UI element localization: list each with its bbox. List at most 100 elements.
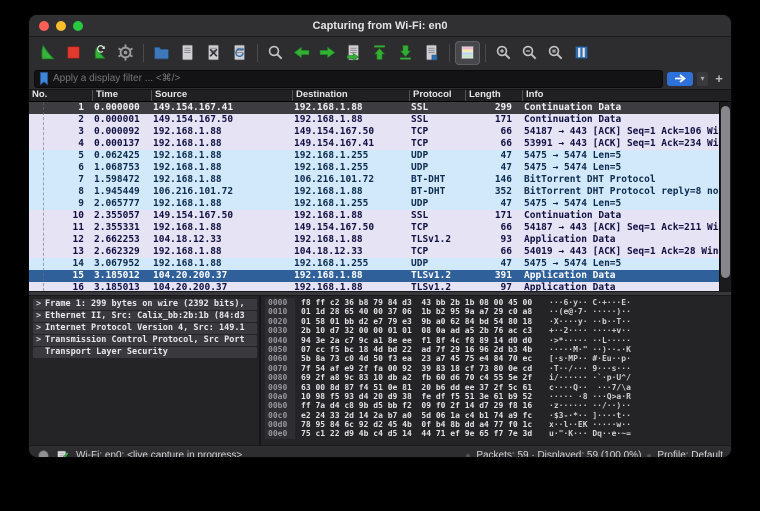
- resize-columns-button[interactable]: [569, 41, 594, 65]
- go-to-bottom-button[interactable]: [393, 41, 418, 65]
- zoom-out-button[interactable]: [517, 41, 542, 65]
- go-forward-button[interactable]: [315, 41, 340, 65]
- cell-time: 1.945449: [92, 186, 151, 198]
- column-header-time[interactable]: Time: [92, 90, 151, 101]
- hex-row-0050[interactable]: 005007 cc f5 bc 18 4d bd 22 ad 7f 29 16 …: [265, 345, 731, 354]
- hex-row-0020[interactable]: 002001 58 01 bb d2 e7 79 e3 9b a0 62 84 …: [265, 317, 731, 326]
- hex-row-00c0[interactable]: 00c0e2 24 33 2d 14 2a b7 a0 5d 06 1a c4 …: [265, 411, 731, 420]
- go-back-button[interactable]: [289, 41, 314, 65]
- display-filter-input[interactable]: [53, 73, 659, 84]
- zoom-in-button[interactable]: [491, 41, 516, 65]
- detail-line[interactable]: >Ethernet II, Src: Calix_bb:2b:1b (84:d3: [33, 311, 257, 322]
- hex-row-00e0[interactable]: 00e075 c1 22 d9 4b c4 d5 14 44 71 ef 9e …: [265, 429, 731, 438]
- cell-info: 54187 → 443 [ACK] Seq=1 Ack=106 Win=: [522, 126, 720, 138]
- packet-row-15[interactable]: 153.185012104.20.200.37192.168.1.88TLSv1…: [29, 270, 720, 282]
- expander-icon[interactable]: >: [36, 335, 45, 346]
- packet-row-8[interactable]: 81.945449106.216.101.72192.168.1.88BT-DH…: [29, 186, 720, 198]
- colorize-packets-button[interactable]: [455, 41, 480, 65]
- packet-list-scrollbar[interactable]: [719, 102, 731, 291]
- expert-info-icon[interactable]: [37, 449, 50, 458]
- packet-row-6[interactable]: 61.068753192.168.1.88192.168.1.255UDP475…: [29, 162, 720, 174]
- packet-row-1[interactable]: 10.000000149.154.167.41192.168.1.88SSL29…: [29, 102, 720, 114]
- packet-row-10[interactable]: 102.355057149.154.167.50192.168.1.88SSL1…: [29, 210, 720, 222]
- hex-offset: 00c0: [265, 411, 295, 420]
- auto-scroll-button[interactable]: [419, 41, 444, 65]
- packet-row-5[interactable]: 50.062425192.168.1.88192.168.1.255UDP475…: [29, 150, 720, 162]
- stop-capture-button[interactable]: [61, 41, 86, 65]
- expander-icon[interactable]: >: [36, 323, 45, 334]
- column-header-destination[interactable]: Destination: [292, 90, 409, 101]
- hex-row-00d0[interactable]: 00d078 95 84 6c 92 d2 45 4b 0f b4 8b dd …: [265, 420, 731, 429]
- go-to-bottom-icon: [397, 44, 414, 61]
- toolbar-separator: [485, 44, 486, 62]
- save-file-button[interactable]: [175, 41, 200, 65]
- column-header-no[interactable]: No.: [29, 90, 92, 101]
- bookmark-icon[interactable]: [38, 71, 50, 86]
- ascii-bytes: u·"·K··· Dq··e·~=: [549, 429, 631, 438]
- apply-filter-button[interactable]: [667, 72, 693, 86]
- capture-options-button[interactable]: [113, 41, 138, 65]
- expander-icon[interactable]: >: [36, 311, 45, 322]
- ascii-bytes: i/······ ·`·p·U^/: [549, 373, 631, 382]
- minimize-window-button[interactable]: [56, 21, 66, 31]
- zoom-original-button[interactable]: [543, 41, 568, 65]
- close-window-button[interactable]: [39, 21, 49, 31]
- packet-row-7[interactable]: 71.598472192.168.1.88106.216.101.72BT-DH…: [29, 174, 720, 186]
- detail-line[interactable]: >Internet Protocol Version 4, Src: 149.1: [33, 323, 257, 334]
- hex-bytes: 5b 8a 73 c0 4d 50 f3 ea 23 a7 45 75 e4 8…: [301, 354, 539, 363]
- packet-row-13[interactable]: 132.662329192.168.1.88104.18.12.33TCP665…: [29, 246, 720, 258]
- open-file-button[interactable]: [149, 41, 174, 65]
- hex-row-0080[interactable]: 008069 2f a8 9c 83 10 db a2 fb 60 d6 70 …: [265, 373, 731, 382]
- detail-line[interactable]: Transport Layer Security: [33, 347, 257, 358]
- find-packet-button[interactable]: [263, 41, 288, 65]
- go-to-packet-button[interactable]: [341, 41, 366, 65]
- hex-row-0070[interactable]: 00707f 54 af e9 2f fa 00 92 39 83 18 cf …: [265, 364, 731, 373]
- cell-protocol: UDP: [409, 162, 465, 174]
- cell-protocol: TCP: [409, 138, 465, 150]
- packet-row-2[interactable]: 20.000001149.154.167.50192.168.1.88SSL17…: [29, 114, 720, 126]
- hex-row-0030[interactable]: 00302b 10 d7 32 00 00 01 01 08 0a ad a5 …: [265, 326, 731, 335]
- zoom-in-icon: [495, 44, 512, 61]
- resize-columns-icon: [573, 44, 590, 61]
- close-file-button[interactable]: [201, 41, 226, 65]
- column-header-length[interactable]: Length: [465, 90, 522, 101]
- column-header-source[interactable]: Source: [151, 90, 292, 101]
- packet-row-14[interactable]: 143.067952192.168.1.88192.168.1.255UDP47…: [29, 258, 720, 270]
- detail-line[interactable]: >Frame 1: 299 bytes on wire (2392 bits),: [33, 299, 257, 310]
- expander-icon[interactable]: >: [36, 299, 45, 310]
- cell-no: 1: [29, 102, 92, 114]
- hex-row-00b0[interactable]: 00b0ff 7a d4 c8 9b d5 bb f2 09 f0 2f 14 …: [265, 401, 731, 410]
- packet-row-4[interactable]: 40.000137192.168.1.88149.154.167.41TCP66…: [29, 138, 720, 150]
- restart-capture-button[interactable]: [87, 41, 112, 65]
- scrollbar-thumb[interactable]: [721, 106, 730, 278]
- hex-row-0060[interactable]: 00605b 8a 73 c0 4d 50 f3 ea 23 a7 45 75 …: [265, 354, 731, 363]
- packet-row-11[interactable]: 112.355331192.168.1.88149.154.167.50TCP6…: [29, 222, 720, 234]
- cell-info: 54187 → 443 [ACK] Seq=1 Ack=211 Win=: [522, 222, 720, 234]
- chevron-down-icon: ▾: [700, 74, 704, 83]
- cell-info: 53991 → 443 [ACK] Seq=1 Ack=234 Win=: [522, 138, 720, 150]
- zoom-window-button[interactable]: [73, 21, 83, 31]
- capture-comment-icon[interactable]: [56, 449, 70, 459]
- reload-file-button[interactable]: [227, 41, 252, 65]
- hex-row-0090[interactable]: 009063 00 8d 87 f4 51 0e 81 20 b6 dd ee …: [265, 383, 731, 392]
- column-header-info[interactable]: Info: [522, 90, 731, 101]
- profile-selector[interactable]: Profile: Default: [657, 450, 723, 458]
- cell-length: 171: [465, 210, 522, 222]
- packet-row-16[interactable]: 163.185013104.20.200.37192.168.1.88TLSv1…: [29, 282, 720, 291]
- packet-row-9[interactable]: 92.065777192.168.1.88192.168.1.255UDP475…: [29, 198, 720, 210]
- hex-row-00a0[interactable]: 00a010 98 f5 93 d4 20 d9 38 fe df f5 51 …: [265, 392, 731, 401]
- start-capture-button[interactable]: [35, 41, 60, 65]
- column-header-protocol[interactable]: Protocol: [409, 90, 465, 101]
- go-to-top-button[interactable]: [367, 41, 392, 65]
- filter-history-caret[interactable]: ▾: [697, 72, 708, 86]
- packet-row-12[interactable]: 122.662253104.18.12.33192.168.1.88TLSv1.…: [29, 234, 720, 246]
- add-filter-button[interactable]: +: [712, 71, 726, 86]
- cell-destination: 192.168.1.255: [292, 258, 409, 270]
- cell-protocol: SSL: [409, 114, 465, 126]
- packet-row-3[interactable]: 30.000092192.168.1.88149.154.167.50TCP66…: [29, 126, 720, 138]
- go-to-packet-icon: [345, 44, 362, 61]
- hex-row-0010[interactable]: 001001 1d 28 65 40 00 37 06 1b b2 95 9a …: [265, 307, 731, 316]
- hex-row-0040[interactable]: 004094 3e 2a c7 9c a1 8e ee f1 8f 4c f8 …: [265, 336, 731, 345]
- detail-line[interactable]: >Transmission Control Protocol, Src Port: [33, 335, 257, 346]
- hex-row-0000[interactable]: 0000f8 ff c2 36 b8 79 84 d3 43 bb 2b 1b …: [265, 298, 731, 307]
